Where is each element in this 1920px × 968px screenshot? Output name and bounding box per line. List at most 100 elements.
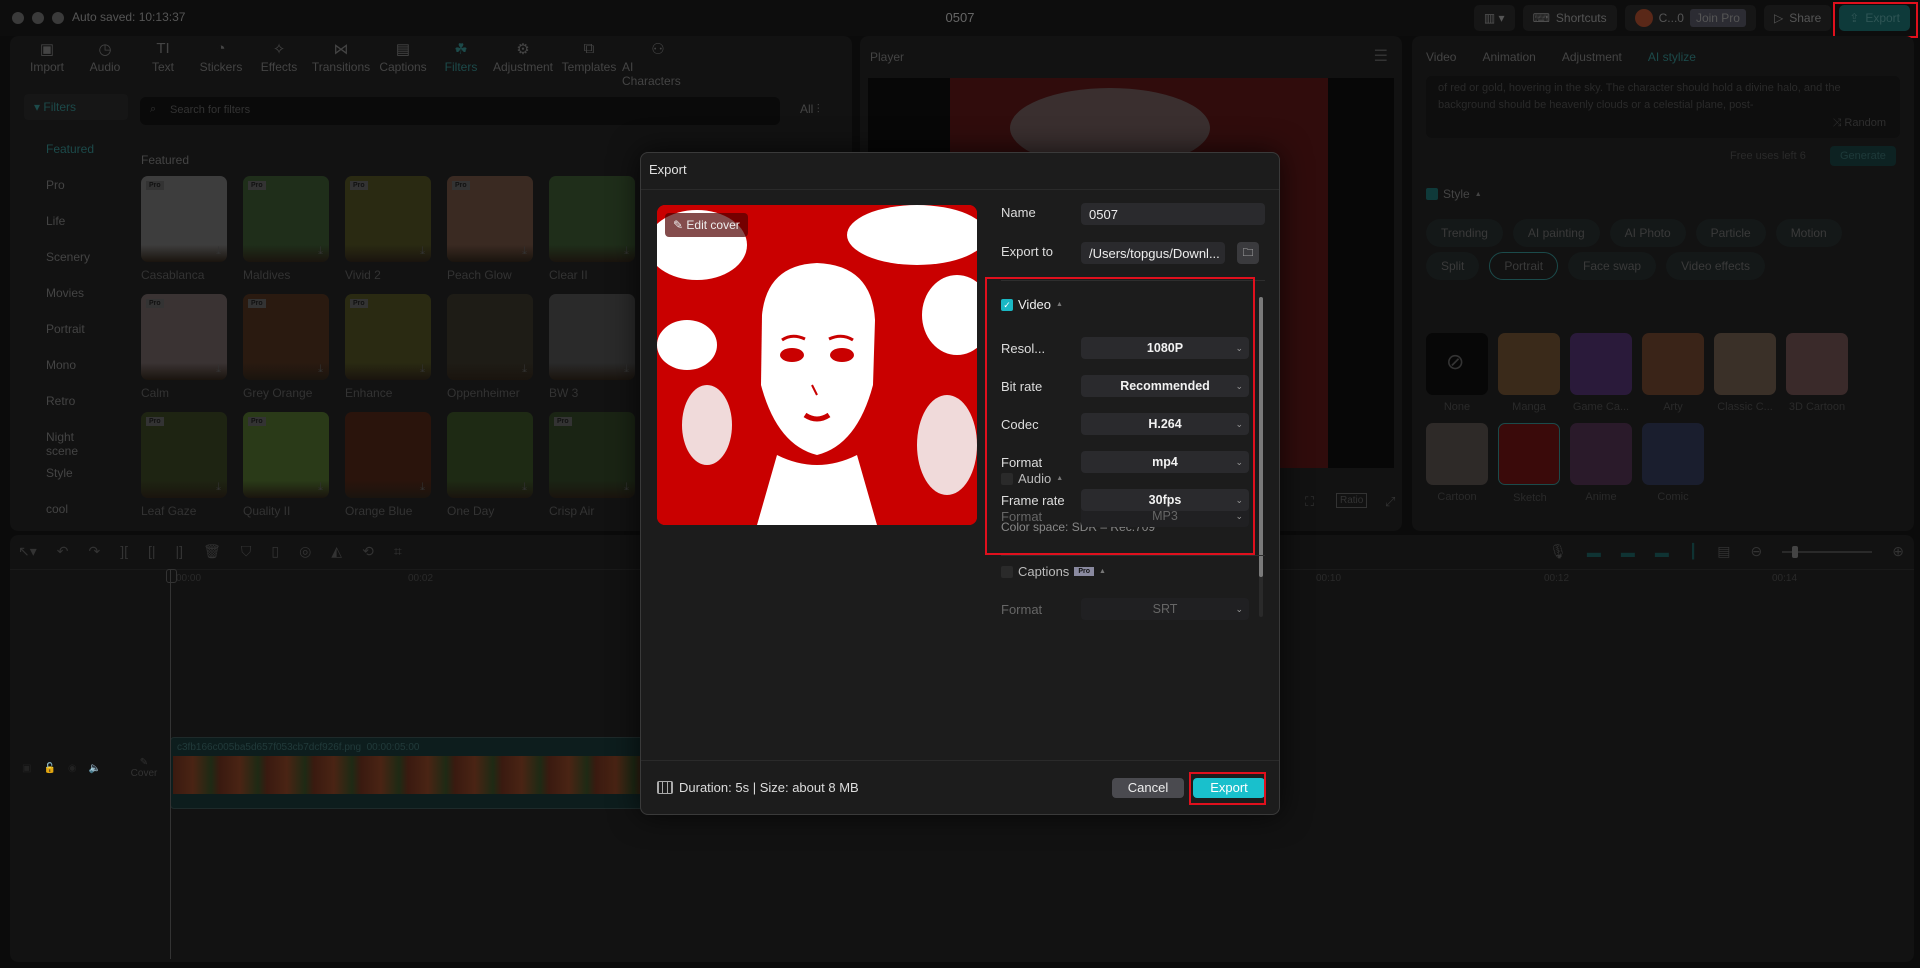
download-icon[interactable]: ⤓ xyxy=(420,481,425,494)
account-button[interactable]: C...0 Join Pro xyxy=(1624,5,1756,31)
tab-ai-stylize[interactable]: AI stylize xyxy=(1648,50,1696,64)
ratio-button[interactable]: Ratio xyxy=(1336,493,1368,508)
fit-timeline-icon[interactable]: ▤ xyxy=(1717,543,1730,560)
filter-thumbnail[interactable]: Pro ⤓ xyxy=(141,294,227,380)
tab-adjustment[interactable]: Adjustment xyxy=(1562,50,1622,64)
tab-video[interactable]: Video xyxy=(1426,50,1456,64)
tool-adjustment[interactable]: ⚙ Adjustment xyxy=(490,40,556,78)
download-icon[interactable]: ⤓ xyxy=(216,245,221,258)
style-option[interactable]: Sketch xyxy=(1498,423,1560,504)
filter-thumbnail[interactable]: Pro ⤓ xyxy=(141,176,227,262)
download-icon[interactable]: ⤓ xyxy=(420,245,425,258)
captions-section-header[interactable]: Captions Pro ▲ xyxy=(1001,564,1106,579)
generate-button[interactable]: Generate xyxy=(1830,146,1896,166)
filter-thumbnail[interactable]: Pro ⤓ xyxy=(345,294,431,380)
filter-item[interactable]: Pro ⤓ Leaf Gaze xyxy=(141,412,227,520)
download-icon[interactable]: ⤓ xyxy=(624,245,629,258)
filter-category-item[interactable]: cool xyxy=(24,492,128,528)
tool-effects[interactable]: ✧ Effects xyxy=(250,40,308,78)
filter-thumbnail[interactable]: Pro ⤓ xyxy=(243,294,329,380)
player-menu-icon[interactable]: ☰ xyxy=(1374,46,1388,66)
filter-search-input[interactable]: ⌕ Search for filters xyxy=(140,97,780,125)
style-option[interactable]: Comic xyxy=(1642,423,1704,503)
crop-icon[interactable]: ⌗ xyxy=(394,543,402,560)
video-clip[interactable]: c3fb166c005ba5d657f053cb7dcf926f.png 00:… xyxy=(170,737,670,809)
style-option[interactable]: Cartoon xyxy=(1426,423,1488,503)
filter-thumbnail[interactable]: ⤓ xyxy=(345,412,431,498)
filter-thumbnail[interactable]: ⤓ xyxy=(549,294,635,380)
eye-icon[interactable]: ◉ xyxy=(68,763,77,774)
style-option[interactable]: 3D Cartoon xyxy=(1786,333,1848,413)
style-chip[interactable]: Trending xyxy=(1426,219,1503,247)
download-icon[interactable]: ⤓ xyxy=(624,363,629,376)
linkage-icon[interactable]: ▬ xyxy=(1655,544,1669,560)
delete-icon[interactable]: 🗑 xyxy=(203,543,221,560)
share-button[interactable]: ▷ Share xyxy=(1763,5,1832,31)
fullscreen-icon[interactable]: ⤢ xyxy=(1382,493,1398,511)
filter-thumbnail[interactable]: Pro ⤓ xyxy=(447,176,533,262)
tool-templates[interactable]: ⧉ Templates xyxy=(556,40,622,78)
style-option[interactable]: ⊘ None xyxy=(1426,333,1488,413)
auto-snap-icon[interactable]: ▬ xyxy=(1621,544,1635,560)
filter-category-item[interactable]: Style xyxy=(24,456,128,492)
redo-icon[interactable]: ↷ xyxy=(89,543,101,560)
filter-thumbnail[interactable]: Pro ⤓ xyxy=(345,176,431,262)
edit-cover-button[interactable]: ✎ Edit cover xyxy=(665,213,748,237)
name-input[interactable]: 0507 xyxy=(1081,203,1265,225)
style-option[interactable]: Game Ca... xyxy=(1570,333,1632,413)
style-chip[interactable]: Face swap xyxy=(1568,252,1657,280)
filter-item[interactable]: Pro ⤓ Quality II xyxy=(243,412,329,520)
cancel-button[interactable]: Cancel xyxy=(1112,778,1184,798)
tool-ai-characters[interactable]: ⚇ AI Characters xyxy=(622,40,694,88)
filter-category-item[interactable]: Life xyxy=(24,204,128,240)
tool-filters[interactable]: ☘ Filters xyxy=(432,40,490,78)
random-button[interactable]: ⤨ Random xyxy=(1833,115,1886,132)
filter-thumbnail[interactable]: Pro ⤓ xyxy=(549,412,635,498)
tool-text[interactable]: TI Text xyxy=(134,40,192,78)
browse-folder-button[interactable]: 🗀 xyxy=(1237,242,1259,264)
filter-item[interactable]: ⤓ Oppenheimer xyxy=(447,294,533,402)
filter-item[interactable]: Pro ⤓ Vivid 2 xyxy=(345,176,431,284)
filters-header[interactable]: ▾ Filters xyxy=(24,94,128,120)
split-left-icon[interactable]: [| xyxy=(148,543,156,560)
style-option[interactable]: Manga xyxy=(1498,333,1560,413)
link-main-track-icon[interactable]: ▬ xyxy=(1587,544,1601,560)
style-chip[interactable]: Motion xyxy=(1775,219,1842,247)
style-option[interactable]: Classic C... xyxy=(1714,333,1776,413)
filter-thumbnail[interactable]: ⤓ xyxy=(447,412,533,498)
cover-button[interactable]: ✎ Cover xyxy=(128,757,160,779)
download-icon[interactable]: ⤓ xyxy=(522,363,527,376)
freeze-icon[interactable]: ▯ xyxy=(271,543,279,560)
download-icon[interactable]: ⤓ xyxy=(522,245,527,258)
download-icon[interactable]: ⤓ xyxy=(318,363,323,376)
prompt-textarea[interactable]: of red or gold, hovering in the sky. The… xyxy=(1426,76,1900,138)
filter-item[interactable]: Pro ⤓ Peach Glow xyxy=(447,176,533,284)
lock-icon[interactable]: 🔓 xyxy=(43,763,55,774)
filter-category-item[interactable]: Retro xyxy=(24,384,128,420)
download-icon[interactable]: ⤓ xyxy=(420,363,425,376)
microphone-icon[interactable]: 🎙 xyxy=(1549,543,1567,560)
layout-button[interactable]: ▥ ▾ xyxy=(1473,5,1515,31)
tool-audio[interactable]: ◷ Audio xyxy=(76,40,134,78)
filter-category-item[interactable]: Scenery xyxy=(24,240,128,276)
style-chip[interactable]: Particle xyxy=(1695,219,1766,247)
split-right-icon[interactable]: |] xyxy=(176,543,184,560)
download-icon[interactable]: ⤓ xyxy=(624,481,629,494)
style-chip[interactable]: Video effects xyxy=(1666,252,1766,280)
tab-animation[interactable]: Animation xyxy=(1482,50,1535,64)
filter-thumbnail[interactable]: ⤓ xyxy=(549,176,635,262)
filter-category-item[interactable]: Featured xyxy=(24,132,128,168)
filter-item[interactable]: Pro ⤓ Casablanca xyxy=(141,176,227,284)
select-tool-icon[interactable]: ↖▾ xyxy=(18,543,37,560)
filter-category-item[interactable]: Movies xyxy=(24,276,128,312)
preview-axis-icon[interactable]: ┃ xyxy=(1689,543,1697,560)
zoom-in-icon[interactable]: ⊕ xyxy=(1892,543,1904,560)
playhead[interactable] xyxy=(166,569,177,959)
tool-stickers[interactable]: ◔ Stickers xyxy=(192,40,250,78)
download-icon[interactable]: ⤓ xyxy=(216,481,221,494)
filter-category-item[interactable]: Mono xyxy=(24,348,128,384)
filter-thumbnail[interactable]: Pro ⤓ xyxy=(141,412,227,498)
filter-item[interactable]: Pro ⤓ Enhance xyxy=(345,294,431,402)
zoom-fit-icon[interactable]: ⛶ xyxy=(1302,493,1317,511)
speed-icon[interactable]: ◎ xyxy=(299,543,311,560)
